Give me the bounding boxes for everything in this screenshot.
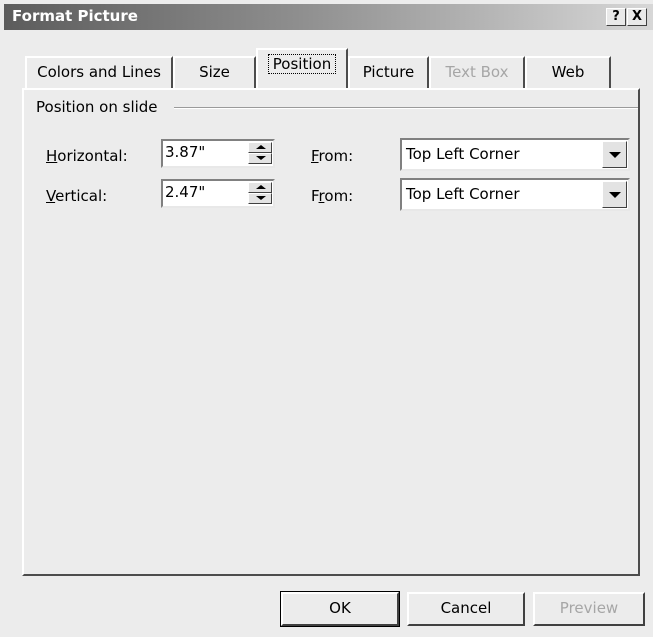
chevron-down-icon (609, 152, 621, 158)
ok-button[interactable]: OK (280, 591, 400, 627)
down-arrow-icon (256, 196, 266, 200)
tab-label: Picture (362, 63, 415, 81)
horizontal-label: Horizontal: (46, 147, 128, 165)
horizontal-from-label: From: (311, 147, 354, 165)
up-arrow-icon (256, 185, 266, 189)
position-tab-panel: Position on slide Horizontal: 3.87" From… (22, 88, 640, 576)
vertical-decrement-button[interactable] (248, 193, 272, 204)
vertical-from-dropdown[interactable]: Top Left Corner (400, 178, 630, 211)
vertical-from-dropdown-button[interactable] (602, 181, 627, 208)
tab-label: Web (551, 63, 585, 81)
horizontal-decrement-button[interactable] (248, 153, 272, 164)
cancel-button[interactable]: Cancel (407, 592, 525, 626)
vertical-from-label: From: (311, 187, 354, 205)
tab-colors-and-lines[interactable]: Colors and Lines (25, 56, 173, 88)
horizontal-from-dropdown[interactable]: Top Left Corner (400, 138, 630, 171)
tab-web[interactable]: Web (525, 56, 611, 88)
tab-position[interactable]: Position (256, 48, 348, 88)
tab-label: Position (267, 54, 337, 74)
close-button[interactable]: X (627, 8, 647, 26)
position-group-label: Position on slide (36, 98, 164, 116)
vertical-from-value: Top Left Corner (406, 185, 520, 203)
horizontal-from-value: Top Left Corner (406, 145, 520, 163)
tab-label: Colors and Lines (37, 63, 161, 81)
horizontal-value: 3.87" (165, 143, 206, 161)
up-arrow-icon (256, 145, 266, 149)
vertical-value: 2.47" (165, 183, 206, 201)
vertical-label: Vertical: (46, 187, 108, 205)
tab-text-box[interactable]: Text Box (429, 56, 525, 88)
title-bar[interactable]: Format Picture ? X (4, 4, 653, 30)
horizontal-increment-button[interactable] (248, 142, 272, 153)
window-title: Format Picture (12, 7, 138, 25)
tab-label: Text Box (445, 63, 509, 81)
help-button[interactable]: ? (606, 8, 626, 26)
horizontal-position-spinbox[interactable]: 3.87" (161, 139, 275, 168)
group-divider (174, 107, 638, 109)
format-picture-dialog: Format Picture ? X Colors and Lines Size… (0, 0, 653, 637)
down-arrow-icon (256, 156, 266, 160)
vertical-position-spinbox[interactable]: 2.47" (161, 179, 275, 208)
preview-button[interactable]: Preview (533, 592, 645, 626)
chevron-down-icon (609, 192, 621, 198)
tab-picture[interactable]: Picture (348, 56, 429, 88)
tab-size[interactable]: Size (173, 56, 256, 88)
horizontal-from-dropdown-button[interactable] (602, 141, 627, 168)
vertical-increment-button[interactable] (248, 182, 272, 193)
tab-label: Size (199, 63, 230, 81)
